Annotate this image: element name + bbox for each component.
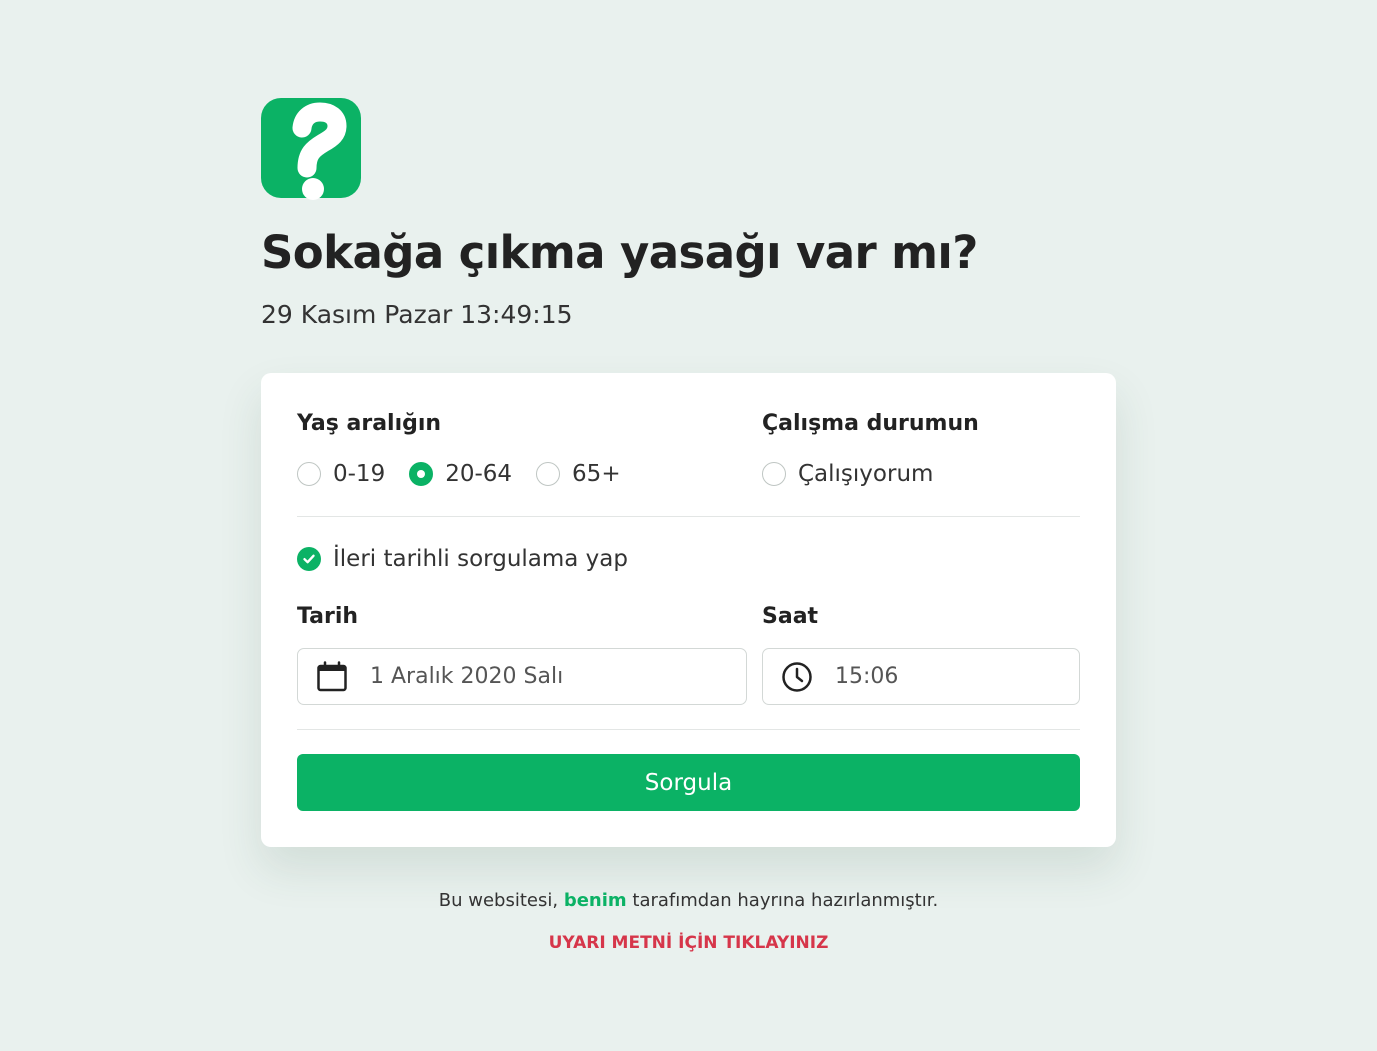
- age-range-label: Yaş aralığın: [297, 411, 442, 436]
- future-query-label: İleri tarihli sorgulama yap: [333, 546, 628, 572]
- current-datetime: 29 Kasım Pazar 13:49:15: [261, 300, 573, 329]
- date-field[interactable]: 1 Aralık 2020 Salı: [297, 648, 747, 705]
- time-field[interactable]: 15:06: [762, 648, 1080, 705]
- date-label: Tarih: [297, 604, 359, 629]
- date-value: 1 Aralık 2020 Salı: [370, 664, 564, 689]
- author-link[interactable]: benim: [564, 890, 627, 911]
- work-option-working[interactable]: Çalışıyorum: [762, 461, 933, 487]
- age-option-65-plus[interactable]: 65+: [536, 461, 621, 487]
- radio-checked-icon[interactable]: [409, 462, 434, 486]
- age-range-options: 0-19 20-64 65+: [297, 461, 645, 487]
- warning-link[interactable]: UYARI METNİ İÇİN TIKLAYINIZ: [261, 933, 1116, 953]
- divider: [297, 516, 1080, 517]
- query-card: Yaş aralığın 0-19 20-64 65+ Çalışma duru…: [261, 373, 1116, 847]
- calendar-icon: [316, 660, 348, 693]
- radio-unchecked-icon[interactable]: [762, 462, 786, 486]
- age-option-label: 20-64: [445, 461, 513, 487]
- work-option-label: Çalışıyorum: [798, 461, 934, 487]
- divider: [297, 729, 1080, 730]
- footer-prefix: Bu websitesi,: [438, 890, 559, 911]
- checkmark-icon[interactable]: [297, 547, 321, 571]
- clock-icon: [781, 661, 813, 693]
- query-button[interactable]: Sorgula: [297, 754, 1080, 811]
- work-status-label: Çalışma durumun: [762, 411, 979, 436]
- question-logo-icon: [261, 92, 371, 204]
- age-option-label: 65+: [572, 461, 621, 487]
- radio-unchecked-icon[interactable]: [297, 462, 321, 486]
- age-option-0-19[interactable]: 0-19: [297, 461, 385, 487]
- time-label: Saat: [762, 604, 819, 629]
- age-option-label: 0-19: [333, 461, 386, 487]
- page-title: Sokağa çıkma yasağı var mı?: [261, 226, 978, 279]
- work-status-options: Çalışıyorum: [762, 461, 957, 487]
- time-value: 15:06: [835, 664, 899, 689]
- footer-suffix: tarafımdan hayrına hazırlanmıştır.: [632, 890, 939, 911]
- future-query-checkbox[interactable]: İleri tarihli sorgulama yap: [297, 546, 628, 572]
- age-option-20-64[interactable]: 20-64: [409, 461, 512, 487]
- footer-credit: Bu websitesi, benim tarafımdan hayrına h…: [261, 890, 1116, 911]
- radio-unchecked-icon[interactable]: [536, 462, 561, 486]
